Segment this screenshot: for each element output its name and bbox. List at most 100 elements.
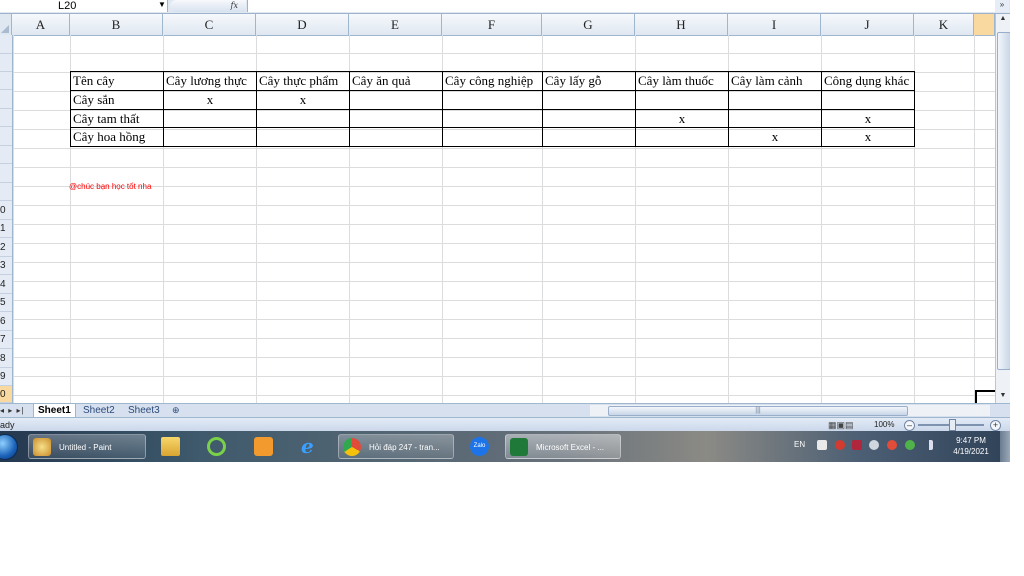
row-header[interactable]	[0, 35, 12, 54]
table-header-cell[interactable]: Cây thực phẩm	[259, 73, 349, 89]
taskbar-clock[interactable]: 9:47 PM 4/19/2021	[945, 435, 997, 457]
row-header[interactable]: 4	[0, 275, 12, 294]
select-all-corner[interactable]	[0, 14, 12, 35]
row-header[interactable]: 2	[0, 238, 12, 257]
row-header[interactable]	[0, 72, 12, 90]
excel-icon	[510, 438, 528, 456]
row-header[interactable]	[0, 109, 12, 127]
windows-taskbar: Untitled - Paint e Hỏi đáp 247 - tran...…	[0, 431, 1010, 462]
expand-formula-bar-icon[interactable]: »	[995, 0, 1009, 12]
row-header[interactable]	[0, 164, 12, 183]
vertical-scroll-thumb[interactable]	[997, 32, 1010, 370]
row-header[interactable]: 6	[0, 312, 12, 331]
name-box-dropdown-icon[interactable]: ▼	[158, 0, 166, 10]
row-header[interactable]: 7	[0, 331, 12, 349]
taskbar-button-zalo[interactable]: Zalo	[464, 434, 494, 459]
start-button-icon[interactable]	[0, 434, 18, 460]
tray-v-icon[interactable]	[852, 440, 862, 450]
table-header-cell[interactable]: Cây lương thực	[166, 73, 256, 89]
pinned-internet-explorer[interactable]: e	[295, 434, 325, 459]
formula-input[interactable]	[247, 0, 995, 12]
column-header-c[interactable]: C	[163, 14, 256, 35]
pinned-app[interactable]	[201, 434, 231, 459]
column-header-b[interactable]: B	[70, 14, 163, 35]
tray-app-icon[interactable]	[835, 440, 845, 450]
horizontal-scroll-thumb[interactable]: |||	[608, 406, 908, 416]
column-header-l[interactable]	[974, 14, 995, 35]
column-header-f[interactable]: F	[442, 14, 542, 35]
taskbar-button-chrome[interactable]: Hỏi đáp 247 - tran...	[338, 434, 454, 459]
row-header[interactable]: 9	[0, 368, 12, 386]
table-header-cell[interactable]: Tên cây	[73, 73, 162, 89]
table-cell[interactable]: x	[257, 92, 349, 108]
vertical-scrollbar[interactable]: ▲ ▼	[995, 14, 1010, 403]
column-header-d[interactable]: D	[256, 14, 349, 35]
insert-function-button[interactable]: fx	[170, 0, 246, 12]
table-header-cell[interactable]: Cây lấy gỗ	[545, 73, 635, 89]
table-cell[interactable]: x	[729, 129, 821, 145]
row-header[interactable]: 0	[0, 386, 12, 403]
zoom-slider-thumb[interactable]	[949, 419, 956, 431]
table-cell[interactable]: Cây sắn	[73, 92, 162, 108]
column-header-h[interactable]: H	[635, 14, 728, 35]
table-header-cell[interactable]: Cây công nghiệp	[445, 73, 542, 89]
tray-app-icon[interactable]	[817, 440, 827, 450]
insert-sheet-icon[interactable]: ⊕	[168, 404, 184, 417]
row-header[interactable]	[0, 183, 12, 201]
chrome-green-icon	[207, 437, 226, 456]
language-indicator[interactable]: EN	[794, 431, 805, 459]
volume-icon[interactable]	[869, 440, 879, 450]
row-header[interactable]: 0	[0, 201, 12, 220]
table-cell[interactable]: Cây tam thất	[73, 111, 162, 127]
scroll-down-icon[interactable]: ▼	[997, 391, 1009, 401]
network-signal-icon[interactable]	[923, 440, 933, 450]
row-header[interactable]: 8	[0, 349, 12, 368]
zoom-in-icon[interactable]: +	[990, 420, 1001, 431]
pinned-file-explorer[interactable]	[155, 434, 185, 459]
table-cell[interactable]: x	[822, 129, 914, 145]
row-header[interactable]	[0, 146, 12, 164]
table-header-cell[interactable]: Cây làm thuốc	[638, 73, 728, 89]
table-header-cell[interactable]: Công dụng khác	[824, 73, 914, 89]
horizontal-scrollbar[interactable]: |||	[590, 405, 990, 416]
name-box[interactable]: L20	[0, 0, 168, 12]
zoom-level[interactable]: 100%	[874, 418, 894, 432]
table-header-cell[interactable]: Cây làm cảnh	[731, 73, 821, 89]
show-desktop-button[interactable]	[1000, 431, 1010, 462]
row-header[interactable]: 1	[0, 220, 12, 238]
column-header-e[interactable]: E	[349, 14, 442, 35]
view-buttons-icon[interactable]: ▦▣▤	[828, 419, 854, 431]
sheet-tab-sheet2[interactable]: Sheet2	[79, 404, 119, 417]
sheet-tab-sheet1[interactable]: Sheet1	[33, 404, 76, 418]
table-header-cell[interactable]: Cây ăn quả	[352, 73, 442, 89]
taskbar-button-paint[interactable]: Untitled - Paint	[28, 434, 146, 459]
column-header-i[interactable]: I	[728, 14, 821, 35]
sheet-navigation-icons[interactable]: ◂ ▸ ▸|	[0, 404, 25, 417]
scroll-up-icon[interactable]: ▲	[997, 14, 1009, 24]
note-text[interactable]: @chúc bạn học tốt nha	[69, 182, 151, 191]
table-cell[interactable]: x	[822, 111, 914, 127]
table-cell[interactable]: Cây hoa hồng	[73, 129, 162, 145]
worksheet-grid[interactable]: Tên cây Cây lương thực Cây thực phẩm Cây…	[13, 35, 995, 403]
table-cell[interactable]: x	[164, 92, 256, 108]
row-header[interactable]	[0, 127, 12, 146]
sheet-tab-sheet3[interactable]: Sheet3	[124, 404, 164, 417]
tray-app-icon[interactable]	[887, 440, 897, 450]
zoom-out-icon[interactable]: –	[904, 420, 915, 431]
excel-window: L20 ▼ fx » A B C D E F G H I J K 0 1 2 3…	[0, 0, 1010, 462]
column-header-g[interactable]: G	[542, 14, 635, 35]
sheet-tab-bar: ◂ ▸ ▸| Sheet1 Sheet2 Sheet3 ⊕ |||	[0, 403, 1010, 418]
row-header[interactable]	[0, 54, 12, 72]
clock-time: 9:47 PM	[956, 436, 986, 445]
column-header-k[interactable]: K	[914, 14, 974, 35]
taskbar-button-excel[interactable]: Microsoft Excel - ...	[505, 434, 621, 459]
row-header[interactable]: 3	[0, 257, 12, 275]
column-header-j[interactable]: J	[821, 14, 914, 35]
pinned-media-player[interactable]	[248, 434, 278, 459]
column-header-a[interactable]: A	[12, 14, 70, 35]
row-header[interactable]	[0, 90, 12, 109]
table-cell[interactable]: x	[636, 111, 728, 127]
status-text: ady	[0, 420, 15, 430]
row-header[interactable]: 5	[0, 294, 12, 312]
tray-app-icon[interactable]	[905, 440, 915, 450]
